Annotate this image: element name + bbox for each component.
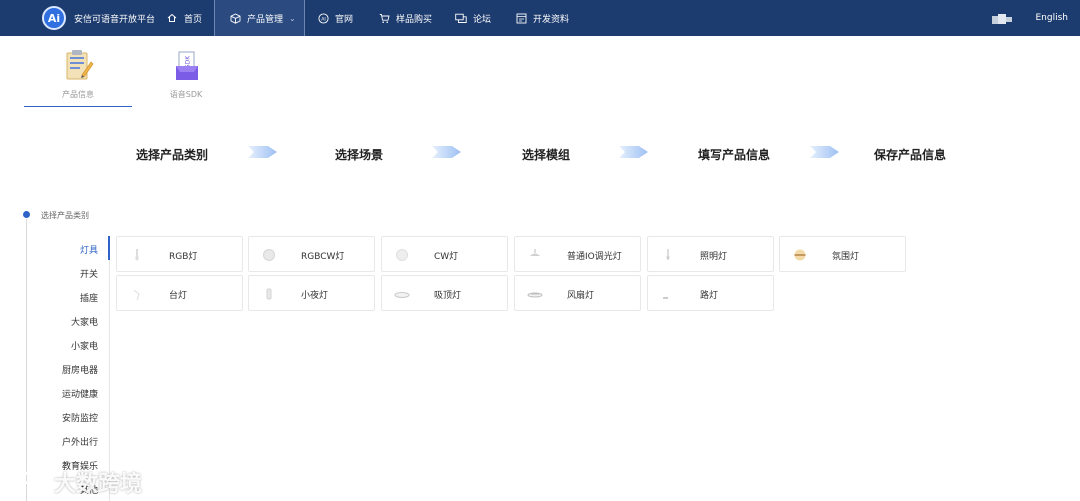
- ambient-lamp-icon: [794, 249, 806, 261]
- category-outdoor[interactable]: 户外出行: [38, 435, 98, 448]
- step-2: 选择场景: [335, 148, 384, 162]
- category-divider: [109, 236, 110, 501]
- nav-official-site-label: 官网: [335, 14, 354, 25]
- nav-forum[interactable]: 论坛: [455, 0, 505, 36]
- product-card-io-dimmer[interactable]: 普通IO调光灯: [514, 236, 641, 272]
- step-arrow-icon: [619, 146, 648, 158]
- category-small-appliance[interactable]: 小家电: [38, 339, 98, 352]
- product-name: CW灯: [434, 252, 459, 262]
- step-arrow-icon: [248, 146, 277, 158]
- cube-icon: [229, 12, 241, 24]
- step-1: 选择产品类别: [136, 148, 209, 162]
- product-card-street-lamp[interactable]: 路灯: [647, 275, 774, 311]
- category-kitchen[interactable]: 厨房电器: [38, 363, 98, 376]
- step-3: 选择模组: [522, 148, 571, 162]
- nav-dev-docs[interactable]: 开发资料: [515, 0, 581, 36]
- category-switch[interactable]: 开关: [38, 267, 98, 280]
- step-arrow-icon: [432, 146, 461, 158]
- chat-icon: [455, 12, 467, 24]
- product-card-ambient[interactable]: 氛围灯: [779, 236, 906, 272]
- step-arrow-icon: [810, 146, 839, 158]
- product-card-desk-lamp[interactable]: 台灯: [116, 275, 243, 311]
- tab-voice-sdk[interactable]: SDK 语音SDK: [132, 44, 240, 108]
- night-light-icon: [266, 288, 272, 300]
- watermark-text: 大数跨境: [54, 472, 143, 497]
- fan-lamp-icon: [527, 292, 543, 298]
- brand-title: 安信可语音开放平台: [74, 14, 156, 25]
- section-timeline: [26, 219, 27, 501]
- product-name: 氛围灯: [832, 252, 860, 262]
- svg-text:AI: AI: [321, 16, 326, 22]
- street-lamp-icon: [663, 297, 668, 299]
- ceiling-lamp-icon: [394, 292, 410, 298]
- nav-product-management-label: 产品管理: [247, 14, 284, 25]
- nav-sample-purchase[interactable]: 样品购买: [378, 0, 444, 36]
- product-name: 路灯: [700, 291, 719, 301]
- document-icon: [515, 12, 527, 24]
- watermark-logo-icon: [12, 471, 47, 492]
- category-large-appliance[interactable]: 大家电: [38, 315, 98, 328]
- product-info-icon: [64, 48, 94, 84]
- pendant-lamp-icon: [530, 249, 540, 256]
- tab-product-info[interactable]: 产品信息: [24, 44, 132, 108]
- product-name: RGB灯: [169, 252, 198, 262]
- product-name: 照明灯: [700, 252, 728, 262]
- step-4: 填写产品信息: [698, 148, 771, 162]
- product-name: RGBCW灯: [301, 252, 345, 262]
- tab-voice-sdk-label: 语音SDK: [169, 90, 203, 99]
- nav-home-label: 首页: [184, 14, 203, 25]
- category-sports-health[interactable]: 运动健康: [38, 387, 98, 400]
- product-name: 风扇灯: [567, 291, 595, 301]
- product-card-cw[interactable]: CW灯: [381, 236, 508, 272]
- nav-official-site[interactable]: AI 官网: [317, 0, 367, 36]
- section-dot: [23, 211, 30, 218]
- ai-circle-icon: AI: [317, 12, 329, 24]
- nav-dev-docs-label: 开发资料: [533, 14, 570, 25]
- product-card-lighting[interactable]: 照明灯: [647, 236, 774, 272]
- bulb-icon: [135, 249, 139, 261]
- product-card-rgb[interactable]: RGB灯: [116, 236, 243, 272]
- cart-icon: [378, 12, 390, 24]
- product-name: 小夜灯: [301, 291, 329, 301]
- bulb-icon: [666, 249, 670, 260]
- nav-sample-purchase-label: 样品购买: [396, 14, 433, 25]
- product-card-ceiling-lamp[interactable]: 吸顶灯: [381, 275, 508, 311]
- nav-product-management[interactable]: 产品管理 ⌄: [214, 0, 305, 36]
- product-name: 普通IO调光灯: [567, 252, 622, 262]
- home-icon: [166, 12, 178, 24]
- chevron-down-icon: ⌄: [289, 13, 296, 23]
- brand-logo: Ai: [42, 6, 66, 30]
- language-switch[interactable]: English: [1036, 0, 1069, 36]
- product-card-fan-lamp[interactable]: 风扇灯: [514, 275, 641, 311]
- nav-forum-label: 论坛: [473, 14, 492, 25]
- watermark: 大数跨境: [10, 466, 142, 498]
- top-nav-bar: Ai 安信可语音开放平台 首页 产品管理 ⌄ AI 官网 样品购买 论坛 开发资…: [0, 0, 1080, 36]
- round-lamp-icon: [263, 249, 275, 261]
- nav-home[interactable]: 首页: [166, 0, 214, 36]
- category-active-indicator: [108, 236, 110, 260]
- user-avatar[interactable]: [992, 14, 1016, 24]
- desk-lamp-icon: [133, 289, 140, 301]
- section-label: 选择产品类别: [41, 211, 89, 220]
- category-socket[interactable]: 插座: [38, 291, 98, 304]
- step-5: 保存产品信息: [874, 148, 947, 162]
- product-name: 台灯: [169, 291, 188, 301]
- sdk-icon: SDK: [172, 48, 202, 84]
- tab-product-info-label: 产品信息: [62, 90, 94, 99]
- product-card-night-light[interactable]: 小夜灯: [248, 275, 375, 311]
- active-tab-underline: [24, 106, 132, 107]
- product-name: 吸顶灯: [434, 291, 462, 301]
- category-lighting[interactable]: 灯具: [38, 243, 98, 256]
- round-lamp-icon: [396, 249, 408, 261]
- category-security[interactable]: 安防监控: [38, 411, 98, 424]
- product-card-rgbcw[interactable]: RGBCW灯: [248, 236, 375, 272]
